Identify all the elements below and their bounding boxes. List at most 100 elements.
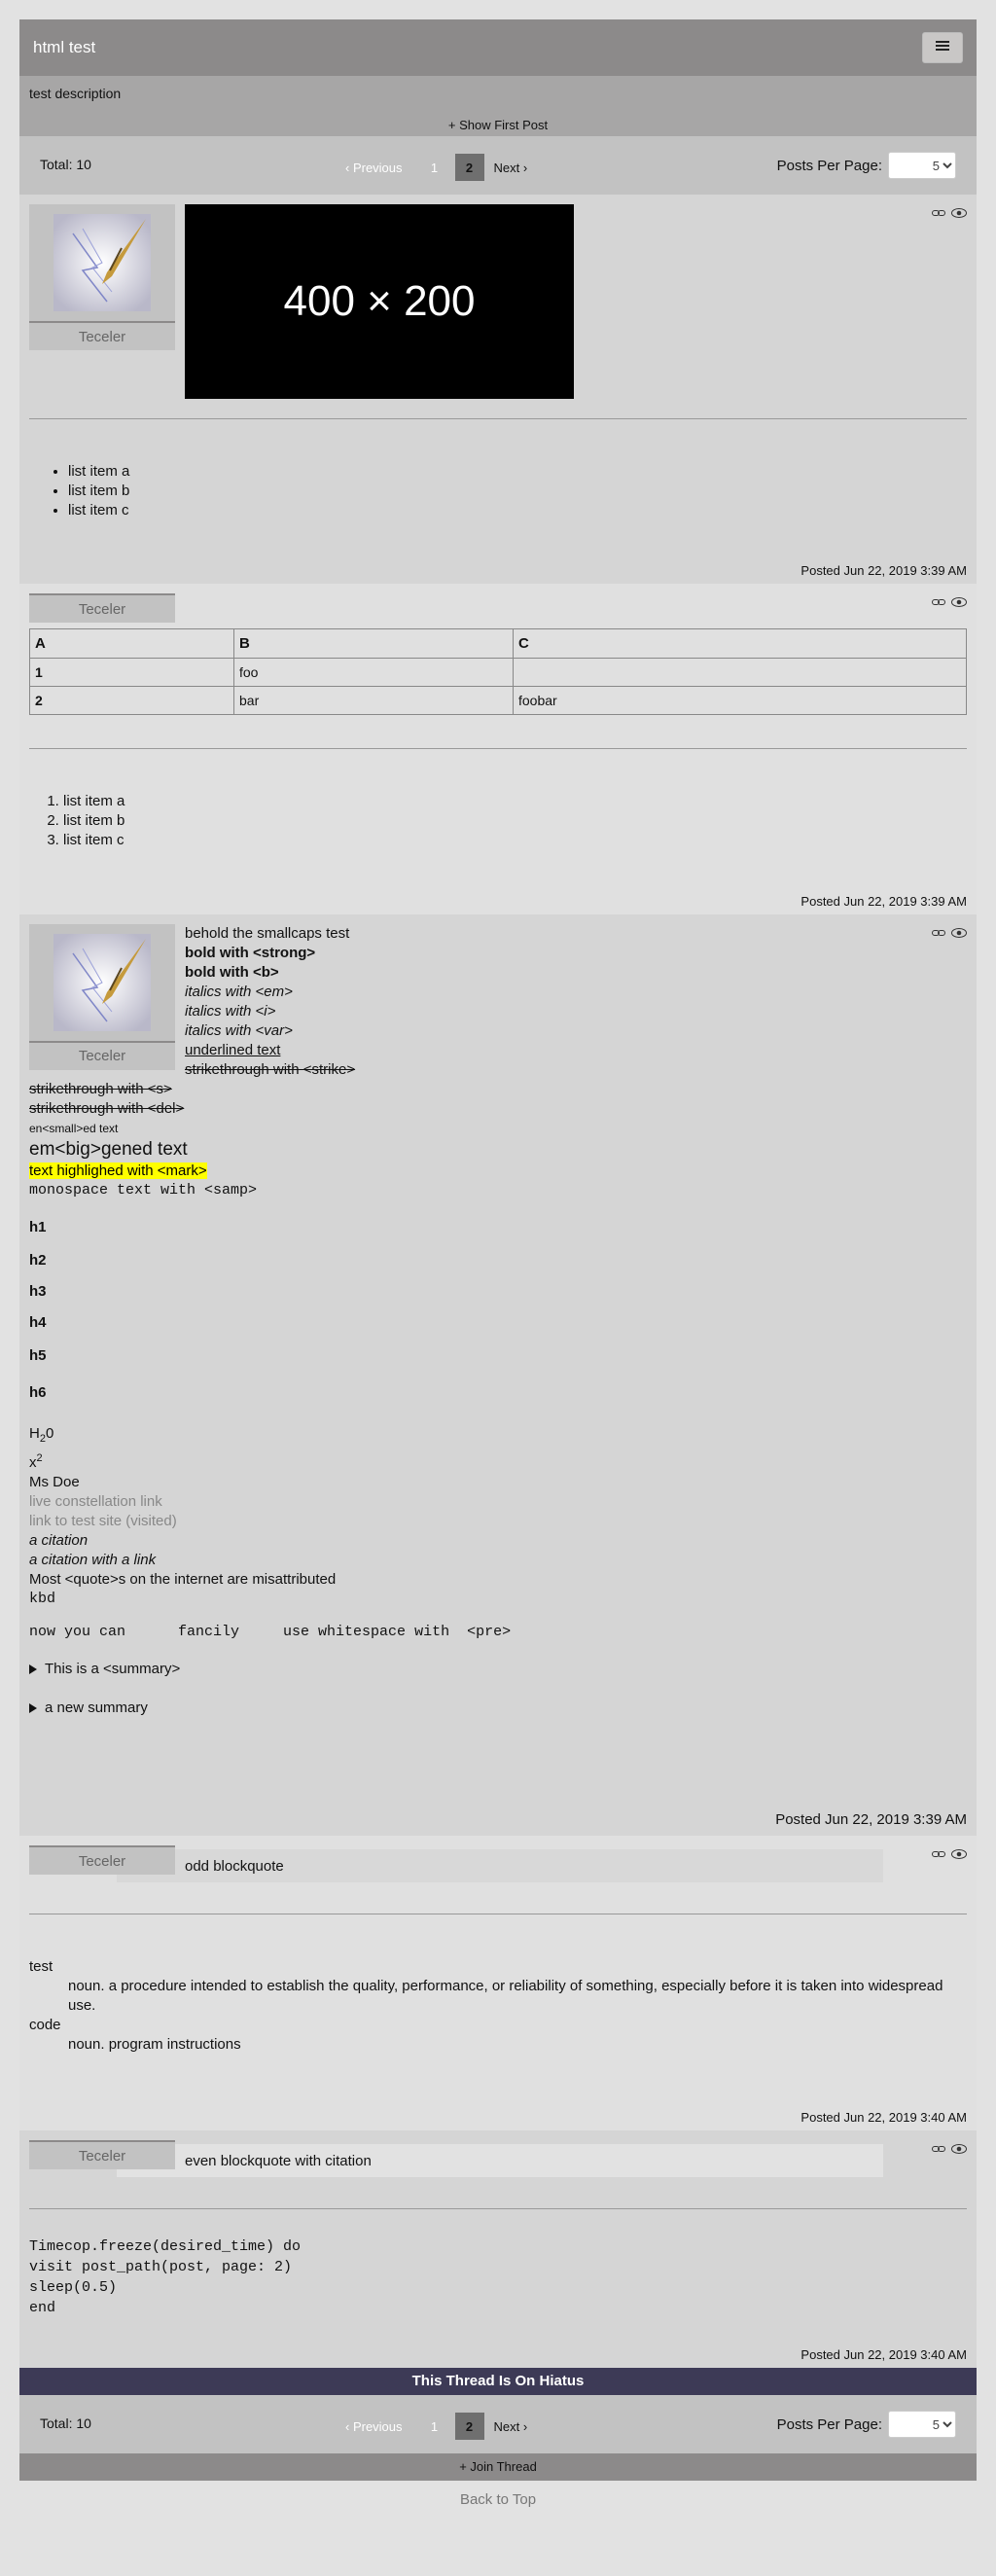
post: odd blockquote Teceler test noun. a proc… — [19, 1836, 977, 2130]
post-divider — [29, 418, 967, 419]
avatar[interactable] — [29, 924, 175, 1041]
quote-text: Most <quote>s on the internet are misatt… — [29, 1571, 337, 1588]
avatar-image — [53, 934, 151, 1031]
link-icon[interactable] — [932, 208, 945, 218]
list-item: list item b — [68, 482, 967, 501]
per-page-label: Posts Per Page: — [776, 157, 882, 174]
superscript-text: x2 — [29, 1452, 43, 1471]
author-name[interactable]: Teceler — [29, 1041, 175, 1070]
definition-list: test noun. a procedure intended to estab… — [29, 1957, 967, 2055]
del-text: strikethrough with <del> — [29, 1100, 185, 1117]
avatar[interactable] — [29, 204, 175, 321]
definition-term: test — [29, 1958, 53, 1975]
page-1-link[interactable]: 1 — [420, 2413, 449, 2440]
eye-icon[interactable] — [951, 928, 967, 938]
kbd-text: kbd — [29, 1591, 56, 1607]
join-thread-button[interactable]: + Join Thread — [19, 2453, 977, 2481]
posted-timestamp: Posted Jun 22, 2019 3:39 AM — [775, 1811, 967, 1828]
total-count: Total: 10 — [40, 157, 91, 172]
post: even blockquote with citation Teceler Ti… — [19, 2130, 977, 2368]
post: Teceler behold the smallcaps test bold w… — [19, 914, 977, 1836]
menu-button[interactable] — [922, 32, 963, 63]
hiatus-banner: This Thread Is On Hiatus — [19, 2368, 977, 2395]
table-header: B — [233, 628, 514, 659]
table-cell: foobar — [513, 686, 967, 715]
list-item: list item a — [68, 462, 967, 482]
author-box: Teceler — [29, 204, 175, 350]
table-row: 1 foo — [29, 658, 967, 687]
visited-link[interactable]: link to test site (visited) — [29, 1512, 967, 1531]
show-first-post-link[interactable]: + Show First Post — [19, 118, 977, 132]
details-summary[interactable]: This is a <summary> — [29, 1660, 967, 1679]
table-header-row: A B C — [29, 628, 967, 659]
per-page-select[interactable]: 5 — [888, 2411, 956, 2438]
table-cell — [513, 658, 967, 687]
code-block: Timecop.freeze(desired_time) do visit pos… — [29, 2238, 302, 2316]
heading-5: h5 — [29, 1347, 47, 1364]
table-cell: 1 — [29, 658, 234, 687]
author-name[interactable]: Teceler — [29, 321, 175, 350]
author-name[interactable]: Teceler — [29, 1845, 175, 1875]
placeholder-image: 400 × 200 — [185, 204, 574, 399]
thread-header: html test — [19, 19, 977, 76]
post-divider — [29, 2208, 967, 2209]
pagination-bottom: Total: 10 ‹ Previous 1 2 Next › Posts Pe… — [19, 2395, 977, 2453]
summary-label: This is a <summary> — [45, 1661, 181, 1677]
s-text: strikethrough with <s> — [29, 1081, 172, 1097]
abbr-text: Ms Doe — [29, 1474, 80, 1490]
author-name[interactable]: Teceler — [29, 593, 175, 623]
next-page-link[interactable]: Next › — [494, 161, 528, 175]
post: Teceler A B C 1 foo 2 bar foobar list it… — [19, 584, 977, 914]
disclosure-triangle-icon — [29, 1664, 37, 1674]
citation: a citation — [29, 1532, 89, 1549]
big-text: em<big>gened text — [29, 1139, 188, 1160]
table-header: A — [29, 628, 234, 659]
previous-page-link[interactable]: ‹ Previous — [345, 2419, 403, 2434]
current-page: 2 — [454, 154, 484, 181]
data-table: A B C 1 foo 2 bar foobar — [29, 628, 967, 715]
summary-label: a new summary — [45, 1699, 148, 1716]
definition-desc: noun. program instructions — [68, 2036, 241, 2053]
posted-timestamp: Posted Jun 22, 2019 3:40 AM — [800, 2110, 967, 2125]
author-name[interactable]: Teceler — [29, 2140, 175, 2169]
list-item: list item b — [63, 811, 967, 831]
thread-description-bar: test description + Show First Post — [19, 76, 977, 136]
unordered-list: list item a list item b list item c — [29, 462, 967, 520]
details-summary[interactable]: a new summary — [29, 1699, 967, 1718]
disclosure-triangle-icon — [29, 1703, 37, 1713]
table-cell: foo — [233, 658, 514, 687]
back-to-top-link[interactable]: Back to Top — [19, 2491, 977, 2508]
samp-text: monospace text with <samp> — [29, 1182, 258, 1199]
link-icon[interactable] — [932, 597, 945, 607]
table-cell: bar — [233, 686, 514, 715]
pagination-top: Total: 10 ‹ Previous 1 2 Next › Posts Pe… — [19, 136, 977, 195]
subscript-text: H20 — [29, 1425, 54, 1445]
next-page-link[interactable]: Next › — [494, 2419, 528, 2434]
thread-description: test description — [29, 86, 122, 101]
definition-desc: noun. a procedure intended to establish … — [68, 1978, 943, 2014]
thread-title: html test — [33, 38, 96, 56]
heading-1: h1 — [29, 1219, 47, 1235]
pre-text: now you can fancily use whitespace with … — [29, 1624, 512, 1640]
blockquote: odd blockquote — [117, 1849, 883, 1882]
hamburger-icon — [936, 39, 949, 56]
page-1-link[interactable]: 1 — [420, 154, 449, 181]
posted-timestamp: Posted Jun 22, 2019 3:39 AM — [800, 563, 967, 578]
definition-term: code — [29, 2017, 61, 2033]
current-page: 2 — [454, 2413, 484, 2440]
heading-4: h4 — [29, 1314, 47, 1331]
author-box: Teceler — [29, 924, 175, 1070]
previous-page-link[interactable]: ‹ Previous — [345, 161, 403, 175]
table-row: 2 bar foobar — [29, 686, 967, 715]
citation-link[interactable]: a citation with a link — [29, 1551, 967, 1570]
list-item: list item c — [63, 831, 967, 850]
post: Teceler 400 × 200 list item a list item … — [19, 195, 977, 584]
posted-timestamp: Posted Jun 22, 2019 3:40 AM — [800, 2347, 967, 2362]
blockquote: even blockquote with citation — [117, 2144, 883, 2177]
link-icon[interactable] — [932, 928, 945, 938]
list-item: list item c — [68, 501, 967, 520]
eye-icon[interactable] — [951, 597, 967, 607]
constellation-link[interactable]: live constellation link — [29, 1492, 967, 1512]
eye-icon[interactable] — [951, 208, 967, 218]
per-page-select[interactable]: 5 — [888, 152, 956, 179]
